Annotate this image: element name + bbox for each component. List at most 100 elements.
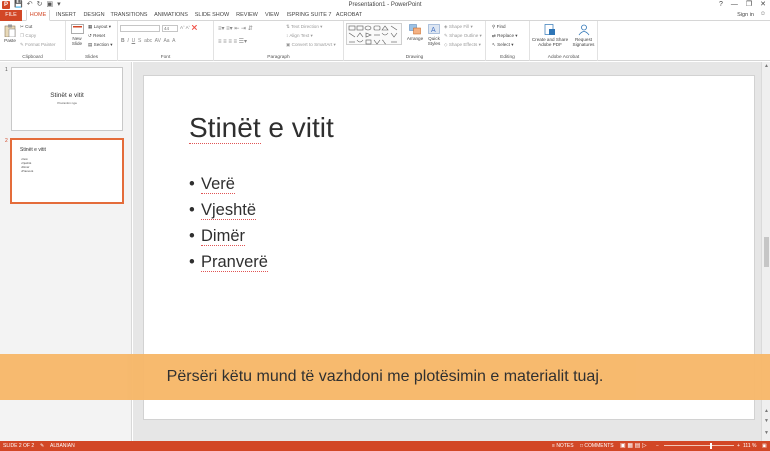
create-share-pdf-button[interactable]: Create and Share Adobe PDF bbox=[531, 24, 569, 47]
group-label-clipboard: Clipboard bbox=[22, 55, 43, 60]
tab-animations[interactable]: ANIMATIONS bbox=[152, 10, 190, 21]
slide-thumbnail-1[interactable]: Stinët e vitit Prezantim nga bbox=[11, 67, 123, 131]
font-name-combo[interactable] bbox=[120, 25, 160, 32]
ribbon-tabs: FILE HOME INSERT DESIGN TRANSITIONS ANIM… bbox=[0, 10, 770, 21]
smiley-feedback-icon[interactable]: ☺ bbox=[760, 11, 766, 17]
tab-slide-show[interactable]: SLIDE SHOW bbox=[194, 10, 230, 21]
tab-review[interactable]: REVIEW bbox=[234, 10, 260, 21]
paste-button[interactable]: Paste bbox=[2, 24, 18, 43]
bullet-item: Dimër bbox=[189, 223, 268, 249]
tab-home[interactable]: HOME bbox=[26, 10, 50, 21]
zoom-in-icon[interactable]: + bbox=[737, 441, 740, 451]
sign-in-link[interactable]: Sign in bbox=[737, 10, 754, 21]
previous-slide-icon[interactable]: ▲ bbox=[762, 408, 770, 414]
window-controls: ? — ❐ ✕ bbox=[719, 0, 766, 10]
cut-button[interactable]: ✂ Cut bbox=[20, 24, 32, 30]
list-indent-buttons[interactable]: ≡▾ ≡▾ ⇤ ⇥ ⇵ bbox=[218, 25, 253, 32]
group-label-font: Font bbox=[160, 55, 171, 60]
shape-outline-button[interactable]: ✎ Shape Outline ▾ bbox=[444, 33, 482, 39]
tab-insert[interactable]: INSERT bbox=[54, 10, 78, 21]
minimize-icon[interactable]: — bbox=[731, 0, 738, 10]
group-label-drawing: Drawing bbox=[405, 55, 424, 60]
bullet-item: Vjeshtë bbox=[189, 197, 268, 223]
window-title: Presentation1 - PowerPoint bbox=[348, 2, 422, 8]
zoom-slider-knob[interactable] bbox=[710, 443, 712, 449]
tab-ispring-suite[interactable]: ISPRING SUITE 7 bbox=[286, 10, 332, 21]
copy-button[interactable]: ❐ Copy bbox=[20, 33, 36, 39]
group-label-slides: Slides bbox=[84, 55, 99, 60]
replace-button[interactable]: ⇄ Replace ▾ bbox=[492, 33, 518, 39]
reset-button[interactable]: ↺ Reset bbox=[88, 33, 105, 39]
arrange-button[interactable]: Arrange bbox=[405, 24, 425, 41]
align-text-button[interactable]: ↕ Align Text ▾ bbox=[286, 33, 313, 39]
text-direction-button[interactable]: ⇅ Text Direction ▾ bbox=[286, 24, 322, 30]
slide-thumbnail-2[interactable]: Stinët e vitit Verë Vjeshtë Dimër Pranve… bbox=[10, 138, 124, 204]
select-button[interactable]: ↖ Select ▾ bbox=[492, 42, 514, 48]
section-button[interactable]: ▤ Section ▾ bbox=[88, 42, 113, 48]
language-indicator[interactable]: ALBANIAN bbox=[50, 441, 75, 451]
quick-styles-button[interactable]: A Quick Styles bbox=[426, 24, 442, 46]
svg-text:A: A bbox=[431, 27, 436, 34]
new-slide-button[interactable]: New Slide bbox=[68, 24, 86, 46]
tab-transitions[interactable]: TRANSITIONS bbox=[110, 10, 148, 21]
font-format-buttons[interactable]: B I U S abc AV Aa A bbox=[121, 38, 175, 44]
group-adobe-acrobat: Create and Share Adobe PDF Request Signatu… bbox=[530, 21, 598, 61]
layout-button[interactable]: ▦ Layout ▾ bbox=[88, 24, 111, 30]
bullet-item: Pranverë bbox=[189, 249, 268, 275]
thumbnail-title: Stinët e vitit bbox=[20, 147, 46, 153]
bullet-item: Verë bbox=[189, 171, 268, 197]
status-bar: SLIDE 2 OF 2 ✎ ALBANIAN ≡ NOTES □ COMMEN… bbox=[0, 441, 770, 451]
caption-text: Përsëri këtu mund të vazhdoni me plotësi… bbox=[166, 368, 604, 385]
help-icon[interactable]: ? bbox=[719, 0, 723, 10]
zoom-out-icon[interactable]: − bbox=[656, 441, 659, 451]
tab-acrobat[interactable]: ACROBAT bbox=[334, 10, 364, 21]
quick-styles-icon: A bbox=[428, 24, 440, 34]
view-buttons[interactable]: ▣ ▦ ▤ ▷ bbox=[620, 441, 647, 451]
thumbnail-bullet-list: Verë Vjeshtë Dimër Pranverë bbox=[21, 157, 33, 173]
new-slide-icon bbox=[70, 24, 84, 34]
scrollbar-thumb[interactable] bbox=[764, 237, 769, 267]
fit-slide-icon[interactable]: ▣ bbox=[762, 441, 767, 451]
thumbnail-bullet: Pranverë bbox=[21, 169, 33, 173]
signature-person-icon bbox=[578, 24, 589, 36]
title-word-spellcheck: Stinët bbox=[189, 112, 261, 144]
zoom-level[interactable]: 111 % bbox=[743, 441, 756, 451]
group-editing: ⚲ Find ⇄ Replace ▾ ↖ Select ▾ Editing bbox=[486, 21, 530, 61]
group-clipboard: Paste ✂ Cut ❐ Copy ✎ Format Painter Clip… bbox=[0, 21, 66, 61]
group-label-paragraph: Paragraph bbox=[267, 55, 290, 60]
tab-view[interactable]: VIEW bbox=[262, 10, 282, 21]
group-drawing: Arrange A Quick Styles ◈ Shape Fill ▾ ✎ S… bbox=[344, 21, 486, 61]
group-slides: New Slide ▦ Layout ▾ ↺ Reset ▤ Section ▾ … bbox=[66, 21, 118, 61]
group-paragraph: ≡▾ ≡▾ ⇤ ⇥ ⇵ ≡ ≡ ≡ ≡ ☰▾ ⇅ Text Direction … bbox=[214, 21, 344, 61]
convert-smartart-button[interactable]: ▣ Convert to SmartArt ▾ bbox=[286, 42, 336, 48]
shape-fill-button[interactable]: ◈ Shape Fill ▾ bbox=[444, 24, 473, 30]
slide-counter: SLIDE 2 OF 2 bbox=[3, 443, 35, 449]
caption-banner: Përsëri këtu mund të vazhdoni me plotësi… bbox=[0, 354, 770, 400]
group-label-adobe-acrobat: Adobe Acrobat bbox=[547, 55, 580, 60]
thumbnail-subtitle: Prezantim nga bbox=[57, 101, 77, 105]
next-slide-icon[interactable]: ▼ bbox=[762, 418, 770, 424]
request-signatures-button[interactable]: Request Signatures bbox=[570, 24, 597, 47]
font-size-combo[interactable]: 44 bbox=[162, 25, 178, 32]
tab-file[interactable]: FILE bbox=[0, 10, 22, 21]
tab-design[interactable]: DESIGN bbox=[82, 10, 106, 21]
scroll-down-icon[interactable]: ▼ bbox=[762, 430, 770, 436]
format-painter-button[interactable]: ✎ Format Painter bbox=[20, 42, 56, 48]
slide-bullet-list[interactable]: Verë Vjeshtë Dimër Pranverë bbox=[189, 171, 268, 275]
find-button[interactable]: ⚲ Find bbox=[492, 24, 506, 30]
close-icon[interactable]: ✕ bbox=[760, 0, 766, 10]
alignment-buttons[interactable]: ≡ ≡ ≡ ≡ ☰▾ bbox=[218, 38, 247, 45]
spellcheck-icon[interactable]: ✎ bbox=[40, 441, 44, 451]
group-font: 44 Aˆ Aˇ ❌ B I U S abc AV Aa A Font bbox=[118, 21, 214, 61]
title-rest: e vitit bbox=[260, 112, 334, 143]
shapes-gallery[interactable] bbox=[346, 23, 402, 45]
slide-title[interactable]: Stinët e vitit bbox=[189, 112, 334, 144]
zoom-slider[interactable] bbox=[664, 445, 734, 446]
notes-button[interactable]: ≡ NOTES bbox=[552, 441, 574, 451]
scroll-up-icon[interactable]: ▲ bbox=[762, 63, 770, 69]
comments-button[interactable]: □ COMMENTS bbox=[580, 441, 614, 451]
font-grow-shrink-icons[interactable]: Aˆ Aˇ ❌ bbox=[180, 25, 197, 31]
thumbnail-title: Stinët e vitit bbox=[50, 92, 84, 99]
shape-effects-button[interactable]: ◇ Shape Effects ▾ bbox=[444, 42, 481, 48]
maximize-icon[interactable]: ❐ bbox=[746, 0, 752, 10]
